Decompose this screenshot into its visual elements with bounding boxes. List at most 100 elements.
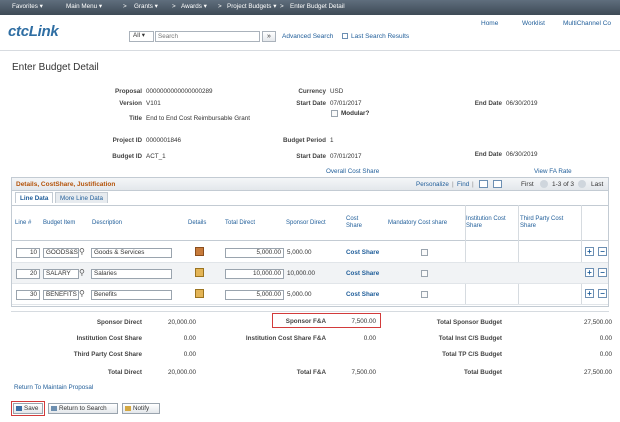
lookup-icon[interactable]: ⚲ (79, 247, 85, 256)
col-cost-share[interactable]: Cost Share (346, 216, 366, 230)
overall-cost-share-link[interactable]: Overall Cost Share (326, 168, 379, 175)
sponsor-direct-value: 5,000.00 (287, 291, 312, 298)
col-institution-cost-share[interactable]: Institution Cost Share (466, 216, 518, 230)
lookup-icon[interactable]: ⚲ (79, 268, 85, 277)
line-number-field[interactable]: 30 (16, 290, 40, 300)
download-icon[interactable] (493, 180, 502, 188)
col-description[interactable]: Description (92, 220, 122, 227)
search-button[interactable]: » (262, 31, 276, 42)
first-label[interactable]: First (521, 181, 534, 188)
end-date-label: End Date (474, 100, 502, 107)
last-label[interactable]: Last (591, 181, 603, 188)
search-scope-value: All (133, 32, 140, 39)
view-fa-rate-link[interactable]: View FA Rate (534, 168, 572, 175)
breadcrumb-awards[interactable]: Awards ▾ (181, 3, 207, 10)
breadcrumb-project-budgets[interactable]: Project Budgets ▾ (227, 3, 276, 10)
budget-item-field[interactable]: BENEFITS (43, 290, 79, 300)
delete-row-button[interactable]: − (598, 247, 607, 256)
budget-item-field[interactable]: GOODS&S (43, 248, 79, 258)
breadcrumb-separator: > (123, 3, 127, 10)
return-to-maintain-proposal-link[interactable]: Return To Maintain Proposal (14, 384, 93, 391)
delete-row-button[interactable]: − (598, 268, 607, 277)
notify-button[interactable]: Notify (122, 403, 160, 414)
col-budget-item[interactable]: Budget Item (43, 220, 75, 227)
details-icon[interactable] (195, 289, 204, 298)
description-field[interactable]: Salaries (91, 269, 172, 279)
proposal-label: Proposal (115, 88, 142, 95)
page-info: 1-3 of 3 (552, 181, 575, 188)
modular-checkbox[interactable] (331, 110, 338, 117)
description-field[interactable]: Benefits (91, 290, 172, 300)
breadcrumb-grants[interactable]: Grants ▾ (134, 3, 158, 10)
start-date-value: 07/01/2017 (330, 100, 362, 107)
total-tp-cs-budget: 0.00 (599, 351, 612, 358)
currency-label: Currency (298, 88, 326, 95)
col-mandatory-cost-share[interactable]: Mandatory Cost share (388, 220, 447, 227)
end-date-label: End Date (474, 151, 502, 158)
delete-row-button[interactable]: − (598, 289, 607, 298)
save-icon (16, 406, 22, 411)
mandatory-cost-share-checkbox[interactable] (421, 249, 428, 256)
previous-icon[interactable] (540, 180, 548, 188)
sponsor-fa-label: Sponsor F&A (285, 318, 326, 325)
project-id-label: Project ID (112, 137, 142, 144)
cost-share-link[interactable]: Cost Share (346, 249, 379, 256)
project-id-value: 0000001846 (146, 137, 182, 144)
add-row-button[interactable]: + (585, 289, 594, 298)
tab-line-data[interactable]: Line Data (15, 192, 54, 203)
search-scope-select[interactable]: All ▾ (129, 31, 154, 42)
main-menu[interactable]: Main Menu ▾ (66, 3, 102, 10)
total-direct-field[interactable]: 10,000.00 (225, 269, 284, 279)
col-details: Details (188, 220, 207, 226)
lookup-icon[interactable]: ⚲ (79, 289, 85, 298)
start-date-value: 07/01/2017 (330, 153, 362, 160)
title-value: End to End Cost Reimbursable Grant (146, 115, 250, 122)
details-icon[interactable] (195, 268, 204, 277)
save-label: Save (24, 405, 39, 412)
mandatory-cost-share-checkbox[interactable] (421, 291, 428, 298)
mandatory-cost-share-checkbox[interactable] (421, 270, 428, 277)
details-icon[interactable] (195, 247, 204, 256)
tab-more-line-data[interactable]: More Line Data (55, 192, 109, 203)
line-number-field[interactable]: 10 (16, 248, 40, 258)
page-title: Enter Budget Detail (12, 62, 99, 73)
return-to-search-button[interactable]: Return to Search (48, 403, 118, 414)
col-sponsor-direct[interactable]: Sponsor Direct (286, 220, 326, 227)
cost-share-link[interactable]: Cost Share (346, 270, 379, 277)
total-direct-field[interactable]: 5,000.00 (225, 248, 284, 258)
col-line[interactable]: Line # (15, 220, 31, 227)
multichannel-link[interactable]: MultiChannel Co (563, 20, 611, 27)
view-all-icon[interactable] (479, 180, 488, 188)
add-row-button[interactable]: + (585, 247, 594, 256)
version-value: V101 (146, 100, 161, 107)
budget-item-field[interactable]: SALARY (43, 269, 79, 279)
grid-header: Details, CostShare, Justification Person… (12, 178, 608, 191)
description-field[interactable]: Goods & Services (91, 248, 172, 258)
sponsor-fa-total: 7,500.00 (351, 318, 376, 325)
start-date-label: Start Date (296, 100, 326, 107)
next-icon[interactable] (578, 180, 586, 188)
return-icon (51, 406, 57, 411)
find-link[interactable]: Find (457, 181, 469, 188)
save-button[interactable]: Save (13, 403, 43, 414)
breadcrumb-enter-budget-detail: Enter Budget Detail (290, 3, 345, 10)
line-number-field[interactable]: 20 (16, 269, 40, 279)
end-date-value: 06/30/2019 (506, 100, 538, 107)
sponsor-direct-value: 10,000.00 (287, 270, 316, 277)
cost-share-link[interactable]: Cost Share (346, 291, 379, 298)
total-direct-field[interactable]: 5,000.00 (225, 290, 284, 300)
home-link[interactable]: Home (481, 20, 498, 27)
col-third-party-cost-share[interactable]: Third Party Cost Share (520, 216, 572, 230)
personalize-link[interactable]: Personalize (416, 181, 449, 188)
col-total-direct[interactable]: Total Direct (225, 220, 255, 227)
worklist-link[interactable]: Worklist (522, 20, 545, 27)
favorites-menu[interactable]: Favorites ▾ (12, 3, 43, 10)
advanced-search-link[interactable]: Advanced Search (282, 33, 333, 40)
grid-title: Details, CostShare, Justification (16, 181, 116, 188)
notify-label: Notify (133, 405, 150, 412)
budget-id-label: Budget ID (112, 153, 142, 160)
end-date-value: 06/30/2019 (506, 151, 538, 158)
last-search-results-link[interactable]: Last Search Results (351, 33, 409, 40)
add-row-button[interactable]: + (585, 268, 594, 277)
search-input[interactable] (155, 31, 260, 42)
